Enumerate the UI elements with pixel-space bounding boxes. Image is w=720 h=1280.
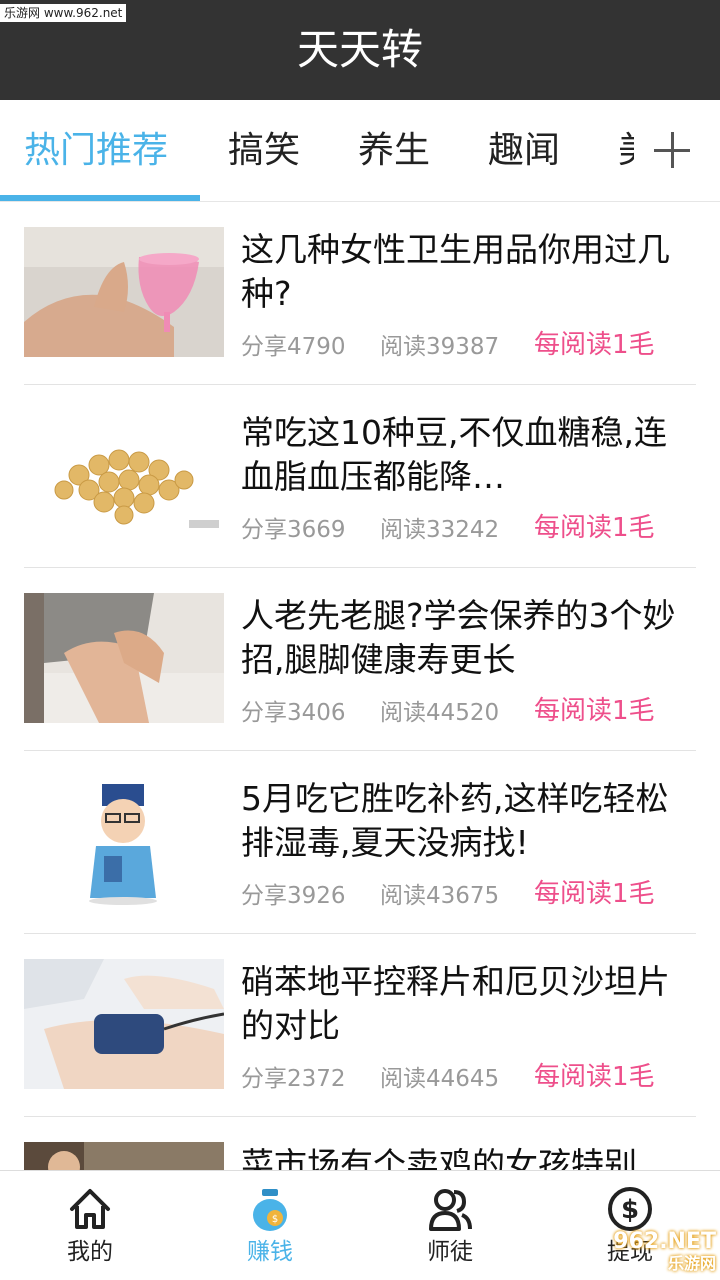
bottom-navigation: 我的 $ 赚钱 师徒 $ 提现 962.NET 乐游网 <box>0 1170 720 1280</box>
article-thumbnail <box>24 1142 224 1172</box>
reward-label: 每阅读1毛 <box>534 1062 655 1092</box>
share-count: 分享4790 <box>241 334 346 360</box>
share-count: 分享3406 <box>241 700 346 726</box>
article-title[interactable]: 人老先老腿?学会保养的3个妙招,腿脚健康寿更长 <box>241 594 696 682</box>
article-card[interactable]: 5月吃它胜吃补药,这样吃轻松排湿毒,夏天没病找! 分享3926 阅读43675 … <box>24 751 696 934</box>
read-count: 阅读44645 <box>380 1066 500 1092</box>
article-card[interactable]: 常吃这10种豆,不仅血糖稳,连血脂血压都能降… 分享3669 阅读33242 每… <box>24 385 696 568</box>
watermark-logo: 962.NET 乐游网 <box>586 1231 716 1277</box>
tab-hot[interactable]: 热门推荐 <box>24 128 168 174</box>
svg-text:$: $ <box>621 1195 639 1225</box>
tab-health[interactable]: 养生 <box>358 128 430 174</box>
add-tab-button[interactable] <box>634 100 720 200</box>
watermark-top: 乐游网 www.962.net <box>0 4 127 22</box>
nav-label: 赚钱 <box>247 1239 293 1265</box>
article-card[interactable]: 这几种女性卫生用品你用过几种? 分享4790 阅读39387 每阅读1毛 <box>24 202 696 385</box>
nav-label: 师徒 <box>427 1239 473 1265</box>
article-card[interactable]: 菜市场有个卖鸡的女孩特别 <box>24 1117 696 1172</box>
article-title[interactable]: 5月吃它胜吃补药,这样吃轻松排湿毒,夏天没病找! <box>241 777 696 865</box>
share-count: 分享3669 <box>241 517 346 543</box>
share-count: 分享2372 <box>241 1066 346 1092</box>
reward-label: 每阅读1毛 <box>534 330 655 360</box>
reward-label: 每阅读1毛 <box>534 696 655 726</box>
tab-funny[interactable]: 搞笑 <box>228 128 300 174</box>
nav-mentor[interactable]: 师徒 <box>360 1171 540 1280</box>
home-icon <box>70 1189 110 1229</box>
article-title[interactable]: 常吃这10种豆,不仅血糖稳,连血脂血压都能降… <box>241 411 696 499</box>
watermark-logo-text: 962.NET <box>613 1229 716 1254</box>
people-icon <box>429 1189 472 1231</box>
article-title[interactable]: 菜市场有个卖鸡的女孩特别 <box>241 1143 696 1172</box>
reward-label: 每阅读1毛 <box>534 513 655 543</box>
article-thumbnail <box>24 227 224 357</box>
category-tabs: 热门推荐 搞笑 养生 趣闻 美 <box>0 100 720 202</box>
article-thumbnail <box>24 959 224 1089</box>
read-count: 阅读43675 <box>380 883 500 909</box>
article-title[interactable]: 硝苯地平控释片和厄贝沙坦片的对比 <box>241 960 696 1048</box>
read-count: 阅读33242 <box>380 517 500 543</box>
article-title[interactable]: 这几种女性卫生用品你用过几种? <box>241 228 696 316</box>
money-bag-icon: $ <box>253 1189 287 1231</box>
tab-stories[interactable]: 趣闻 <box>488 128 560 174</box>
svg-text:$: $ <box>272 1214 278 1225</box>
article-thumbnail <box>24 410 224 540</box>
read-count: 阅读44520 <box>380 700 500 726</box>
read-count: 阅读39387 <box>380 334 500 360</box>
article-thumbnail <box>24 776 224 906</box>
reward-label: 每阅读1毛 <box>534 879 655 909</box>
nav-my[interactable]: 我的 <box>0 1171 180 1280</box>
share-count: 分享3926 <box>241 883 346 909</box>
nav-earn[interactable]: $ 赚钱 <box>180 1171 360 1280</box>
active-tab-indicator <box>0 195 200 201</box>
app-title: 天天转 <box>296 25 423 74</box>
nav-label: 我的 <box>67 1239 113 1265</box>
dollar-coin-icon: $ <box>608 1187 652 1231</box>
article-thumbnail <box>24 593 224 723</box>
article-card[interactable]: 人老先老腿?学会保养的3个妙招,腿脚健康寿更长 分享3406 阅读44520 每… <box>24 568 696 751</box>
article-card[interactable]: 硝苯地平控释片和厄贝沙坦片的对比 分享2372 阅读44645 每阅读1毛 <box>24 934 696 1117</box>
watermark-logo-sub: 乐游网 <box>667 1254 716 1273</box>
title-bar: 乐游网 www.962.net 天天转 <box>0 0 720 100</box>
article-feed[interactable]: 这几种女性卫生用品你用过几种? 分享4790 阅读39387 每阅读1毛 常吃这… <box>0 202 720 1172</box>
